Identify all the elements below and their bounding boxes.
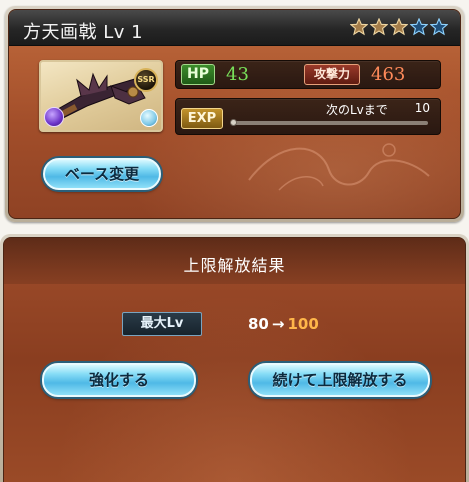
arrow-right-icon: → <box>271 315 285 333</box>
stat-row: HP 43 攻撃力 463 <box>175 60 441 89</box>
level-change: 80 → 100 <box>248 315 319 333</box>
level-from: 80 <box>248 315 269 333</box>
hp-value: 43 <box>226 64 249 85</box>
weapon-name: 方天画戟 Lv 1 <box>23 22 144 43</box>
exp-bar-knob <box>230 119 237 126</box>
star-filled-icon <box>370 18 388 36</box>
base-change-button[interactable]: ベース変更 <box>43 158 161 190</box>
attack-label: 攻撃力 <box>304 64 360 85</box>
hp-label: HP <box>181 64 215 85</box>
rarity-stars <box>350 18 448 36</box>
weapon-header: 方天画戟 Lv 1 <box>9 10 460 46</box>
continue-uncap-button[interactable]: 続けて上限解放する <box>250 363 430 397</box>
result-title-bar: 上限解放結果 <box>4 238 465 284</box>
weapon-portrait[interactable]: SSR <box>39 60 163 132</box>
decorative-swirl <box>248 143 430 191</box>
dark-element-icon <box>44 107 64 127</box>
upgrade-button[interactable]: 強化する <box>42 363 196 397</box>
star-empty-icon <box>430 18 448 36</box>
attack-value: 463 <box>371 64 406 85</box>
uncap-result-body: 上限解放結果 最大Lv 80 → 100 強化する 続けて上限解放する <box>3 237 466 482</box>
weapon-card-body: 方天画戟 Lv 1 SSR HP 43 攻撃力 463 EXP 次のLvまで 1… <box>8 9 461 219</box>
max-level-label: 最大Lv <box>122 312 202 336</box>
result-title: 上限解放結果 <box>183 256 286 275</box>
uncap-result-panel: 上限解放結果 最大Lv 80 → 100 強化する 続けて上限解放する <box>0 234 469 482</box>
star-filled-icon <box>350 18 368 36</box>
exp-bar <box>232 121 428 125</box>
level-to: 100 <box>287 315 319 333</box>
exp-remaining: 10 <box>414 101 430 115</box>
exp-caption: 次のLvまで <box>326 103 388 117</box>
ssr-badge: SSR <box>134 68 158 92</box>
star-filled-icon <box>390 18 408 36</box>
exp-label: EXP <box>181 108 223 129</box>
star-empty-icon <box>410 18 428 36</box>
skill-orb-icon <box>140 109 158 127</box>
weapon-card: 方天画戟 Lv 1 SSR HP 43 攻撃力 463 EXP 次のLvまで 1… <box>5 6 464 222</box>
